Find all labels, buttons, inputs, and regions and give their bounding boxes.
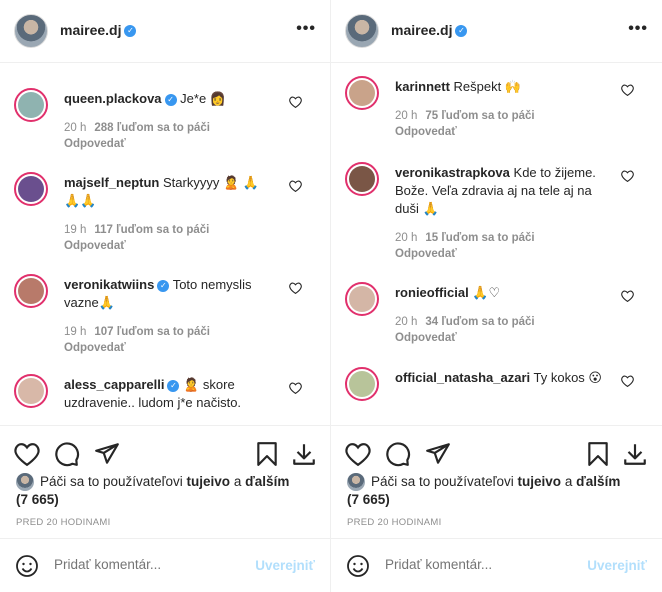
reply-button[interactable]: Odpovedať [64,340,274,356]
post-timestamp[interactable]: PRED 20 HODINAMI [347,517,442,528]
comment-avatar[interactable] [345,282,379,316]
avatar[interactable] [345,14,379,48]
comment-likes[interactable]: 117 ľuďom sa to páči [94,224,209,236]
comment-avatar[interactable] [14,172,48,206]
post-author[interactable]: mairee.dj ✓ [60,22,137,38]
share-icon[interactable] [94,441,120,467]
post-comment-button[interactable]: Uverejniť [255,558,315,573]
reply-button[interactable]: Odpovedať [395,246,615,262]
reply-button[interactable]: Odpovedať [395,330,605,346]
bookmark-icon[interactable] [585,441,611,467]
post-timestamp[interactable]: PRED 20 HODINAMI [16,517,111,528]
heart-icon[interactable] [621,375,634,387]
comment-likes[interactable]: 75 ľuďom sa to páči [425,110,534,122]
heart-icon[interactable] [289,96,302,108]
comment-username[interactable]: official_natasha_azari [395,370,530,385]
reply-button[interactable]: Odpovedať [64,238,274,254]
comment-avatar[interactable] [345,367,379,401]
comment-text: 🙏♡ [472,285,501,300]
more-icon[interactable]: ••• [628,20,648,38]
comments-list[interactable]: queen.plackova ✓ Je*e 👩 20 h 288 ľuďom sa … [0,64,330,424]
verified-icon: ✓ [167,379,180,392]
likes-summary: Páči sa to používateľovi tujeivo a ďalší… [347,473,621,508]
comment-text: Je*e 👩 [180,91,226,106]
add-comment-bar: Uverejniť [331,538,662,592]
post-comment-button[interactable]: Uverejniť [587,558,647,573]
comment-likes[interactable]: 107 ľuďom sa to páči [94,326,210,338]
verified-icon: ✓ [455,25,468,38]
heart-icon[interactable] [14,441,40,467]
reply-button[interactable]: Odpovedať [64,136,274,152]
comment-username[interactable]: aless_capparelli [64,377,164,392]
comment-username[interactable]: karinnett [395,79,450,94]
comment-time: 19 h [64,326,87,338]
avatar [347,473,365,492]
comment-likes[interactable]: 34 ľuďom sa to páči [425,316,534,328]
comment-icon[interactable] [385,441,411,467]
comment-time: 19 h [64,224,87,236]
right-panel: mairee.dj ✓ ••• karinnett Rešpekt 🙌 20 h 7… [331,0,662,592]
reply-button[interactable]: Odpovedať [395,124,605,140]
comment-username[interactable]: majself_neptun [64,175,159,190]
heart-icon[interactable] [621,170,634,182]
liker-username[interactable]: tujeivo [187,474,231,489]
comment-username[interactable]: queen.plackova [64,91,162,106]
comment-username[interactable]: ronieofficial [395,285,469,300]
heart-icon[interactable] [289,382,302,394]
avatar[interactable] [14,14,48,48]
left-panel: mairee.dj ✓ ••• queen.plackova ✓ Je*e 👩 20… [0,0,331,592]
comment-username[interactable]: veronikatwiins [64,277,154,292]
emoji-icon[interactable] [15,554,39,578]
add-comment-bar: Uverejniť [0,538,330,592]
post-header: mairee.dj ✓ ••• [0,0,330,63]
download-icon[interactable] [291,441,317,467]
verified-icon: ✓ [157,279,170,292]
share-icon[interactable] [425,441,451,467]
comment-input[interactable] [385,557,575,572]
comment-avatar[interactable] [345,76,379,110]
verified-icon: ✓ [124,25,137,38]
heart-icon[interactable] [289,180,302,192]
comment-time: 20 h [395,110,418,122]
comment-username[interactable]: veronikastrapkova [395,165,510,180]
likes-summary: Páči sa to používateľovi tujeivo a ďalší… [16,473,290,508]
comment-time: 20 h [395,232,418,244]
comment-avatar[interactable] [14,374,48,408]
avatar [16,473,34,492]
heart-icon[interactable] [621,290,634,302]
comment-time: 20 h [395,316,418,328]
comment-avatar[interactable] [345,162,379,196]
emoji-icon[interactable] [346,554,370,578]
verified-icon: ✓ [164,93,177,106]
comment-avatar[interactable] [14,88,48,122]
heart-icon[interactable] [621,84,634,96]
comment-avatar[interactable] [14,274,48,308]
comment-input[interactable] [54,557,244,572]
comment-likes[interactable]: 288 ľuďom sa to páči [94,122,210,134]
heart-icon[interactable] [345,441,371,467]
comments-list[interactable]: karinnett Rešpekt 🙌 20 h 75 ľuďom sa to p… [331,64,662,424]
liker-username[interactable]: tujeivo [518,474,562,489]
post-author[interactable]: mairee.dj ✓ [391,22,468,38]
post-header: mairee.dj ✓ ••• [331,0,662,63]
comment-icon[interactable] [54,441,80,467]
more-icon[interactable]: ••• [296,20,316,38]
comment-text: Ty kokos 😮 [533,370,602,385]
comment-time: 20 h [64,122,87,134]
comment-text: Rešpekt 🙌 [453,79,522,94]
comment-likes[interactable]: 15 ľuďom sa to páči [425,232,534,244]
heart-icon[interactable] [289,282,302,294]
download-icon[interactable] [622,441,648,467]
bookmark-icon[interactable] [254,441,280,467]
